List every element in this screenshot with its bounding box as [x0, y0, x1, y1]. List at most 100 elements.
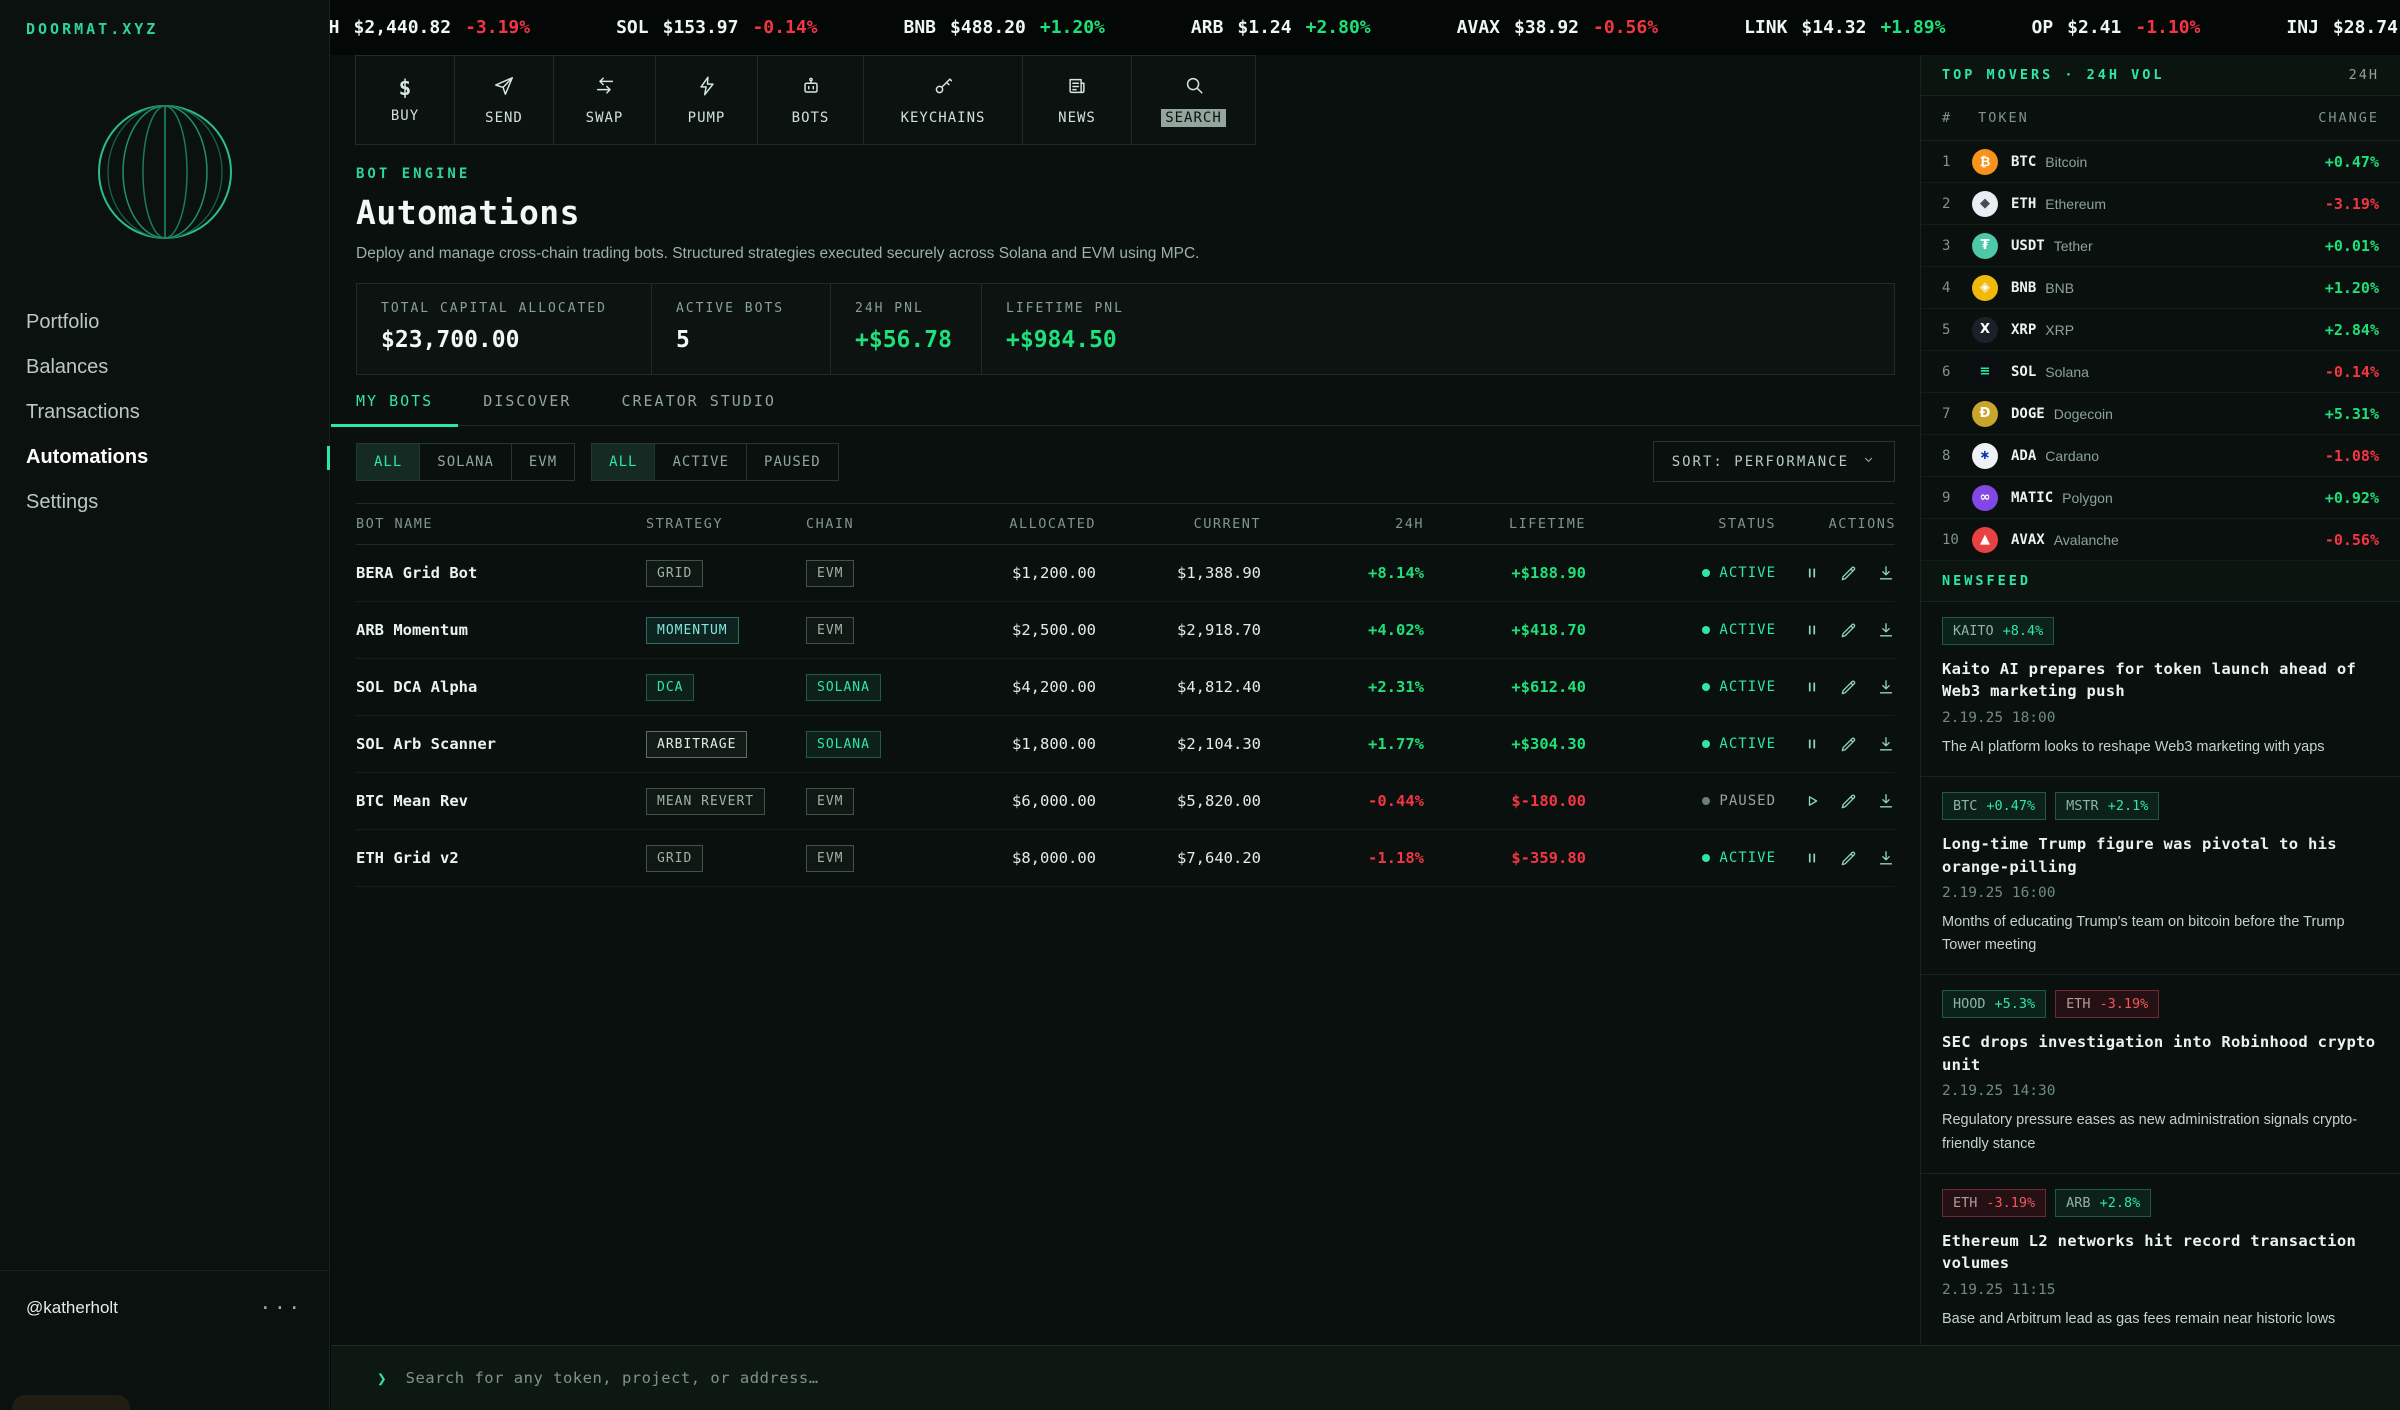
- news-item[interactable]: HOOD+5.3%ETH-3.19%SEC drops investigatio…: [1921, 975, 2400, 1173]
- mover-name: BNB: [2045, 280, 2074, 296]
- tab-my-bots[interactable]: MY BOTS: [331, 392, 458, 425]
- strategy-cell: GRID: [646, 560, 806, 587]
- download-icon[interactable]: [1876, 620, 1896, 640]
- sidebar-nav: PortfolioBalancesTransactionsAutomations…: [0, 300, 329, 525]
- sidebar-item-balances[interactable]: Balances: [0, 345, 329, 390]
- filter-chain-evm[interactable]: EVM: [511, 444, 574, 480]
- pencil-icon[interactable]: [1839, 677, 1859, 697]
- ticker-price: $153.97: [663, 17, 739, 38]
- nav-tile-bots[interactable]: BOTS: [757, 55, 864, 145]
- ticker-price: $2,440.82: [354, 17, 452, 38]
- swap-icon: [594, 75, 616, 101]
- news-item[interactable]: ETH-3.19%ARB+2.8%Ethereum L2 networks hi…: [1921, 1174, 2400, 1345]
- status-dot: [1702, 683, 1710, 691]
- sidebar-item-transactions[interactable]: Transactions: [0, 390, 329, 435]
- pause-icon[interactable]: [1802, 620, 1822, 640]
- nav-tile-pump[interactable]: PUMP: [655, 55, 758, 145]
- mover-row-btc[interactable]: 1₿BTCBitcoin+0.47%: [1921, 141, 2400, 183]
- filter-status-all[interactable]: ALL: [592, 444, 654, 480]
- nav-tile-send[interactable]: SEND: [454, 55, 554, 145]
- mover-change: +0.92%: [2325, 489, 2379, 507]
- table-row[interactable]: BERA Grid BotGRIDEVM$1,200.00$1,388.90+8…: [356, 545, 1895, 602]
- filter-status-paused[interactable]: PAUSED: [746, 444, 838, 480]
- ticker-change: +1.89%: [1880, 17, 1945, 38]
- pause-icon[interactable]: [1802, 677, 1822, 697]
- global-search-placeholder: Search for any token, project, or addres…: [406, 1369, 819, 1387]
- table-row[interactable]: ETH Grid v2GRIDEVM$8,000.00$7,640.20-1.1…: [356, 830, 1895, 887]
- pencil-icon[interactable]: [1839, 734, 1859, 754]
- download-icon[interactable]: [1876, 848, 1896, 868]
- strategy-badge: GRID: [646, 560, 703, 587]
- table-row[interactable]: SOL DCA AlphaDCASOLANA$4,200.00$4,812.40…: [356, 659, 1895, 716]
- token-glyph: ◈: [1980, 280, 1990, 295]
- pencil-icon[interactable]: [1839, 848, 1859, 868]
- pause-icon[interactable]: [1802, 563, 1822, 583]
- nav-tile-news[interactable]: NEWS: [1022, 55, 1132, 145]
- row-actions: [1776, 734, 1896, 754]
- play-icon[interactable]: [1802, 791, 1822, 811]
- nav-tile-search[interactable]: SEARCH: [1131, 55, 1256, 145]
- sidebar-item-portfolio[interactable]: Portfolio: [0, 300, 329, 345]
- chain-badge: SOLANA: [806, 674, 881, 701]
- table-row[interactable]: SOL Arb ScannerARBITRAGESOLANA$1,800.00$…: [356, 716, 1895, 773]
- tab-creator-studio[interactable]: CREATOR STUDIO: [596, 392, 800, 425]
- pause-icon[interactable]: [1802, 734, 1822, 754]
- nav-tile-buy[interactable]: $BUY: [355, 55, 455, 145]
- news-item[interactable]: BTC+0.47%MSTR+2.1%Long-time Trump figure…: [1921, 777, 2400, 975]
- mover-change: +0.01%: [2325, 237, 2379, 255]
- day-change: +2.31%: [1261, 678, 1424, 696]
- tab-discover[interactable]: DISCOVER: [458, 392, 596, 425]
- news-item[interactable]: KAITO+8.4%Kaito AI prepares for token la…: [1921, 602, 2400, 777]
- filter-status-active[interactable]: ACTIVE: [654, 444, 746, 480]
- filter-chain-solana[interactable]: SOLANA: [419, 444, 511, 480]
- download-icon[interactable]: [1876, 791, 1896, 811]
- mover-row-avax[interactable]: 10▲AVAXAvalanche-0.56%: [1921, 519, 2400, 561]
- ada-token-icon: ∗: [1972, 443, 1998, 469]
- chain-cell: EVM: [806, 617, 938, 644]
- pencil-icon[interactable]: [1839, 620, 1859, 640]
- user-menu-button[interactable]: ···: [260, 1297, 303, 1319]
- pause-icon[interactable]: [1802, 848, 1822, 868]
- global-search-bar[interactable]: ❯ Search for any token, project, or addr…: [331, 1345, 2400, 1410]
- allocated-value: $8,000.00: [938, 849, 1096, 867]
- strategy-badge: ARBITRAGE: [646, 731, 747, 758]
- download-icon[interactable]: [1876, 677, 1896, 697]
- status-label: ACTIVE: [1719, 850, 1776, 866]
- stat-value: 5: [676, 327, 806, 353]
- sort-dropdown[interactable]: SORT: PERFORMANCE: [1653, 441, 1895, 482]
- ticker-item-op: OP$2.41-1.10%: [2031, 17, 2200, 38]
- news-summary: Regulatory pressure eases as new adminis…: [1942, 1109, 2379, 1155]
- table-row[interactable]: BTC Mean RevMEAN REVERTEVM$6,000.00$5,82…: [356, 773, 1895, 830]
- bot-name: SOL DCA Alpha: [356, 678, 646, 696]
- sidebar-item-settings[interactable]: Settings: [0, 480, 329, 525]
- bots-icon: [800, 75, 822, 101]
- tab-bar: MY BOTSDISCOVERCREATOR STUDIO: [331, 392, 1920, 426]
- stat-lifetime-pnl: LIFETIME PNL+$984.50: [981, 284, 1894, 374]
- download-icon[interactable]: [1876, 734, 1896, 754]
- status-label: ACTIVE: [1719, 736, 1776, 752]
- filter-chain-all[interactable]: ALL: [357, 444, 419, 480]
- mover-row-ada[interactable]: 8∗ADACardano-1.08%: [1921, 435, 2400, 477]
- nav-tile-keychains[interactable]: KEYCHAINS: [863, 55, 1023, 145]
- mover-rank: 10: [1942, 532, 1972, 548]
- pencil-icon[interactable]: [1839, 563, 1859, 583]
- mover-row-doge[interactable]: 7ÐDOGEDogecoin+5.31%: [1921, 393, 2400, 435]
- mover-row-matic[interactable]: 9∞MATICPolygon+0.92%: [1921, 477, 2400, 519]
- mover-row-xrp[interactable]: 5XXRPXRP+2.84%: [1921, 309, 2400, 351]
- pencil-icon[interactable]: [1839, 791, 1859, 811]
- mover-row-eth[interactable]: 2◆ETHEthereum-3.19%: [1921, 183, 2400, 225]
- download-icon[interactable]: [1876, 563, 1896, 583]
- mover-row-bnb[interactable]: 4◈BNBBNB+1.20%: [1921, 267, 2400, 309]
- nav-tile-swap[interactable]: SWAP: [553, 55, 656, 145]
- chain-cell: EVM: [806, 845, 938, 872]
- allocated-value: $1,800.00: [938, 735, 1096, 753]
- ticker-symbol: ARB: [1191, 17, 1224, 38]
- mover-row-usdt[interactable]: 3₮USDTTether+0.01%: [1921, 225, 2400, 267]
- status-badge: PAUSED: [1586, 793, 1776, 809]
- mover-row-sol[interactable]: 6≡SOLSolana-0.14%: [1921, 351, 2400, 393]
- sidebar-item-automations[interactable]: Automations: [0, 435, 329, 480]
- eth-token-icon: ◆: [1972, 191, 1998, 217]
- ticker-price: $2.41: [2067, 17, 2121, 38]
- token-glyph: ₮: [1980, 238, 1989, 253]
- table-row[interactable]: ARB MomentumMOMENTUMEVM$2,500.00$2,918.7…: [356, 602, 1895, 659]
